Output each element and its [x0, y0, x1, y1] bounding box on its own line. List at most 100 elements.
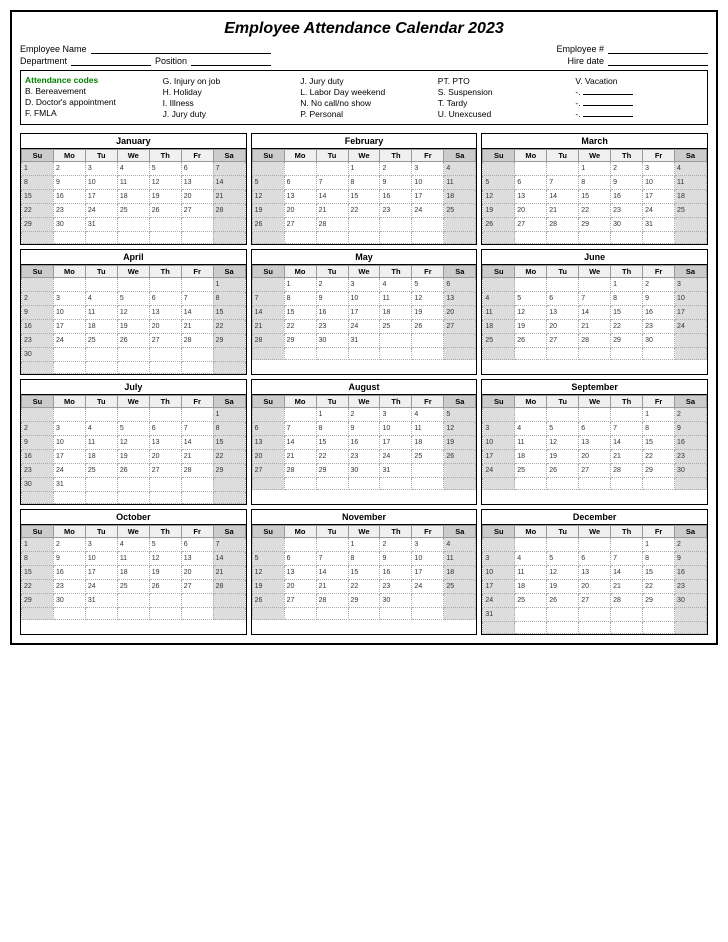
calendar-table-may: SuMoTuWeThFrSa12345678910111213141516171… — [252, 265, 477, 360]
employee-num-value[interactable] — [608, 44, 708, 54]
table-row — [444, 334, 476, 348]
table-row: 7 — [547, 176, 579, 190]
day-header-su: Su — [22, 396, 54, 408]
table-row: 12 — [412, 292, 444, 306]
table-row: 21 — [252, 320, 284, 334]
table-row: 9 — [22, 306, 54, 320]
table-row: 26 — [252, 594, 284, 608]
table-row: 29 — [22, 594, 54, 608]
table-row: 10 — [483, 436, 515, 450]
table-row — [675, 608, 707, 622]
table-row: 17 — [380, 436, 412, 450]
day-header-tu: Tu — [85, 396, 117, 408]
table-row: 28 — [579, 334, 611, 348]
table-row: 25 — [85, 334, 117, 348]
table-row: 12 — [444, 422, 476, 436]
table-row: 21 — [579, 320, 611, 334]
code-b: B. Bereavement — [25, 86, 153, 96]
table-row: 23 — [380, 204, 412, 218]
calendar-april: AprilSuMoTuWeThFrSa123456789101112131415… — [20, 249, 247, 375]
table-row: 22 — [213, 450, 245, 464]
table-row: 2 — [348, 408, 380, 422]
calendar-row-1: JanuarySuMoTuWeThFrSa1234567891011121314… — [20, 133, 708, 245]
table-row: 19 — [149, 566, 181, 580]
table-row — [117, 408, 149, 422]
attendance-calendar-page: Employee Attendance Calendar 2023 Employ… — [10, 10, 718, 645]
table-row: 22 — [611, 320, 643, 334]
table-row: 29 — [579, 218, 611, 232]
department-value[interactable] — [71, 56, 151, 66]
table-row: 11 — [380, 292, 412, 306]
calendar-row-3: JulySuMoTuWeThFrSa1234567891011121314151… — [20, 379, 708, 505]
table-row: 20 — [284, 204, 316, 218]
calendar-table-november: SuMoTuWeThFrSa12345678910111213141516171… — [252, 525, 477, 620]
table-row: 14 — [213, 176, 245, 190]
table-row — [611, 538, 643, 552]
table-row — [611, 408, 643, 422]
table-row: 21 — [213, 190, 245, 204]
table-row: 27 — [579, 594, 611, 608]
table-row: 23 — [380, 580, 412, 594]
calendar-title-october: October — [21, 510, 246, 525]
table-row: 24 — [53, 464, 85, 478]
table-row: 5 — [444, 408, 476, 422]
table-row: 10 — [85, 176, 117, 190]
day-header-fr: Fr — [181, 396, 213, 408]
table-row: 18 — [483, 320, 515, 334]
table-row — [579, 538, 611, 552]
table-row: 4 — [515, 552, 547, 566]
table-row: 10 — [85, 552, 117, 566]
table-row: 4 — [444, 162, 476, 176]
table-row: 26 — [149, 580, 181, 594]
table-row: 27 — [149, 334, 181, 348]
code-j: J. Jury duty — [163, 109, 291, 119]
day-header-sa: Sa — [444, 150, 476, 162]
day-header-su: Su — [483, 150, 515, 162]
table-row — [117, 218, 149, 232]
table-row: 23 — [348, 450, 380, 464]
table-row: 17 — [348, 306, 380, 320]
page-title: Employee Attendance Calendar 2023 — [20, 20, 708, 38]
table-row: 13 — [579, 436, 611, 450]
day-header-sa: Sa — [444, 526, 476, 538]
table-row: 27 — [547, 334, 579, 348]
table-row: 2 — [22, 422, 54, 436]
position-value[interactable] — [191, 56, 271, 66]
table-row: 9 — [53, 176, 85, 190]
table-row: 4 — [412, 408, 444, 422]
table-row: 8 — [643, 552, 675, 566]
table-row: 12 — [547, 436, 579, 450]
code-l: L. Labor Day weekend — [300, 87, 428, 97]
table-row: 19 — [547, 580, 579, 594]
calendar-title-december: December — [482, 510, 707, 525]
day-header-su: Su — [252, 526, 284, 538]
table-row: 6 — [284, 552, 316, 566]
day-header-mo: Mo — [284, 150, 316, 162]
code-jury: J. Jury duty — [300, 76, 428, 86]
day-header-sa: Sa — [675, 526, 707, 538]
table-row: 28 — [181, 464, 213, 478]
day-header-tu: Tu — [316, 526, 348, 538]
table-row: 4 — [483, 292, 515, 306]
table-row: 15 — [643, 436, 675, 450]
code-t: T. Tardy — [438, 98, 566, 108]
hire-date-value[interactable] — [608, 56, 708, 66]
employee-name-value[interactable] — [91, 44, 271, 54]
table-row — [117, 478, 149, 492]
table-row: 13 — [181, 552, 213, 566]
table-row — [117, 278, 149, 292]
table-row: 31 — [53, 478, 85, 492]
table-row: 19 — [412, 306, 444, 320]
table-row: 25 — [515, 594, 547, 608]
table-row: 8 — [22, 176, 54, 190]
table-row: 4 — [117, 162, 149, 176]
table-row: 22 — [284, 320, 316, 334]
day-header-we: We — [348, 150, 380, 162]
day-header-sa: Sa — [213, 150, 245, 162]
day-header-sa: Sa — [444, 266, 476, 278]
table-row: 22 — [579, 204, 611, 218]
table-row: 24 — [348, 320, 380, 334]
table-row: 23 — [675, 580, 707, 594]
table-row: 2 — [53, 162, 85, 176]
day-header-tu: Tu — [85, 266, 117, 278]
